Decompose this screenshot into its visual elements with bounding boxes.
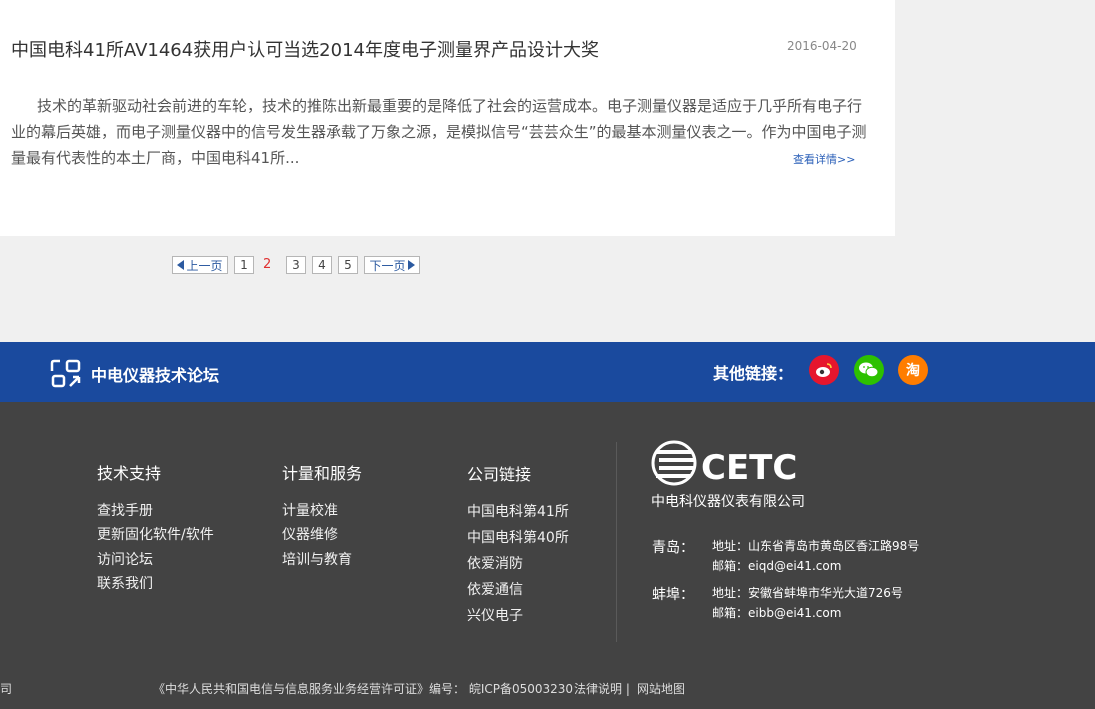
- current-page: 2: [263, 257, 272, 272]
- taobao-icon[interactable]: 淘: [898, 355, 928, 385]
- right-sidebar-area: [895, 0, 1095, 342]
- office-address-qingdao: 地址：山东省青岛市黄岛区香江路98号: [712, 539, 920, 553]
- weibo-icon[interactable]: [809, 355, 839, 385]
- page-1-button[interactable]: 1: [234, 256, 254, 274]
- footer-heading-tech-support: 技术支持: [97, 464, 162, 483]
- office-address-bengbu: 地址：安徽省蚌埠市华光大道726号: [712, 586, 903, 600]
- other-links-label: 其他链接：: [713, 364, 794, 383]
- article-title[interactable]: 中国电科41所AV1464获用户认可当选2014年度电子测量界产品设计大奖: [11, 36, 599, 62]
- footer-link-cetc40[interactable]: 中国电科第40所: [467, 527, 569, 547]
- legal-link[interactable]: 法律说明 |: [574, 680, 630, 697]
- sitemap-link[interactable]: 网站地图: [637, 680, 685, 697]
- prev-page-button[interactable]: 上一页: [172, 256, 228, 274]
- next-page-label: 下一页: [369, 258, 406, 273]
- office-city-bengbu: 蚌埠：: [652, 587, 694, 603]
- page-5-button[interactable]: 5: [338, 256, 358, 274]
- office-email-qingdao[interactable]: 邮箱：eiqd@ei41.com: [712, 557, 841, 574]
- footer-link-calibration[interactable]: 计量校准: [282, 500, 338, 520]
- arrow-right-icon: [407, 260, 415, 270]
- footer-link-repair[interactable]: 仪器维修: [282, 524, 338, 544]
- copyright-fragment: 司: [0, 682, 13, 696]
- next-page-button[interactable]: 下一页: [364, 256, 420, 274]
- icp-license: 《中华人民共和国电信与信息服务业务经营许可证》编号： 皖ICP备05003230: [153, 682, 574, 696]
- cetc-logo-text: CETC: [701, 448, 797, 488]
- article-summary: 技术的革新驱动社会前进的车轮，技术的推陈出新最重要的是降低了社会的运营成本。电子…: [11, 97, 867, 167]
- company-name: 中电科仪器仪表有限公司: [651, 494, 805, 510]
- footer-link-fire[interactable]: 依爱消防: [467, 553, 523, 573]
- footer-link-comm[interactable]: 依爱通信: [467, 579, 523, 599]
- footer-link-manuals[interactable]: 查找手册: [97, 500, 153, 520]
- arrow-left-icon: [177, 260, 185, 270]
- office-city-qingdao: 青岛：: [652, 540, 694, 556]
- forum-icon[interactable]: [50, 359, 82, 389]
- wechat-icon[interactable]: [854, 355, 884, 385]
- footer-link-xingyi[interactable]: 兴仪电子: [467, 605, 523, 625]
- weibo-glyph: [816, 363, 832, 377]
- site-footer: 技术支持 查找手册 更新固化软件/软件 访问论坛 联系我们 计量和服务 计量校准…: [0, 402, 1095, 709]
- footer-link-forum[interactable]: 访问论坛: [97, 549, 153, 569]
- article-date: 2016-04-20: [787, 39, 857, 53]
- forum-title[interactable]: 中电仪器技术论坛: [91, 362, 219, 386]
- forum-bar: 中电仪器技术论坛 其他链接： 淘: [0, 342, 1095, 402]
- footer-link-contact[interactable]: 联系我们: [97, 573, 153, 593]
- page-3-button[interactable]: 3: [286, 256, 306, 274]
- footer-link-training[interactable]: 培训与教育: [282, 549, 352, 569]
- news-article-card: 中国电科41所AV1464获用户认可当选2014年度电子测量界产品设计大奖 20…: [0, 0, 895, 236]
- footer-divider: [616, 442, 617, 642]
- office-email-bengbu[interactable]: 邮箱：eibb@ei41.com: [712, 604, 841, 621]
- footer-link-firmware[interactable]: 更新固化软件/软件: [97, 524, 214, 544]
- footer-heading-metrology: 计量和服务: [282, 464, 363, 483]
- read-more-link[interactable]: 查看详情>>: [793, 151, 855, 167]
- cetc-logo: CETC: [651, 440, 797, 488]
- wechat-glyph: [859, 362, 879, 378]
- prev-page-label: 上一页: [186, 258, 223, 273]
- footer-link-cetc41[interactable]: 中国电科第41所: [467, 501, 569, 521]
- footer-heading-company-links: 公司链接: [467, 465, 532, 484]
- page-4-button[interactable]: 4: [312, 256, 332, 274]
